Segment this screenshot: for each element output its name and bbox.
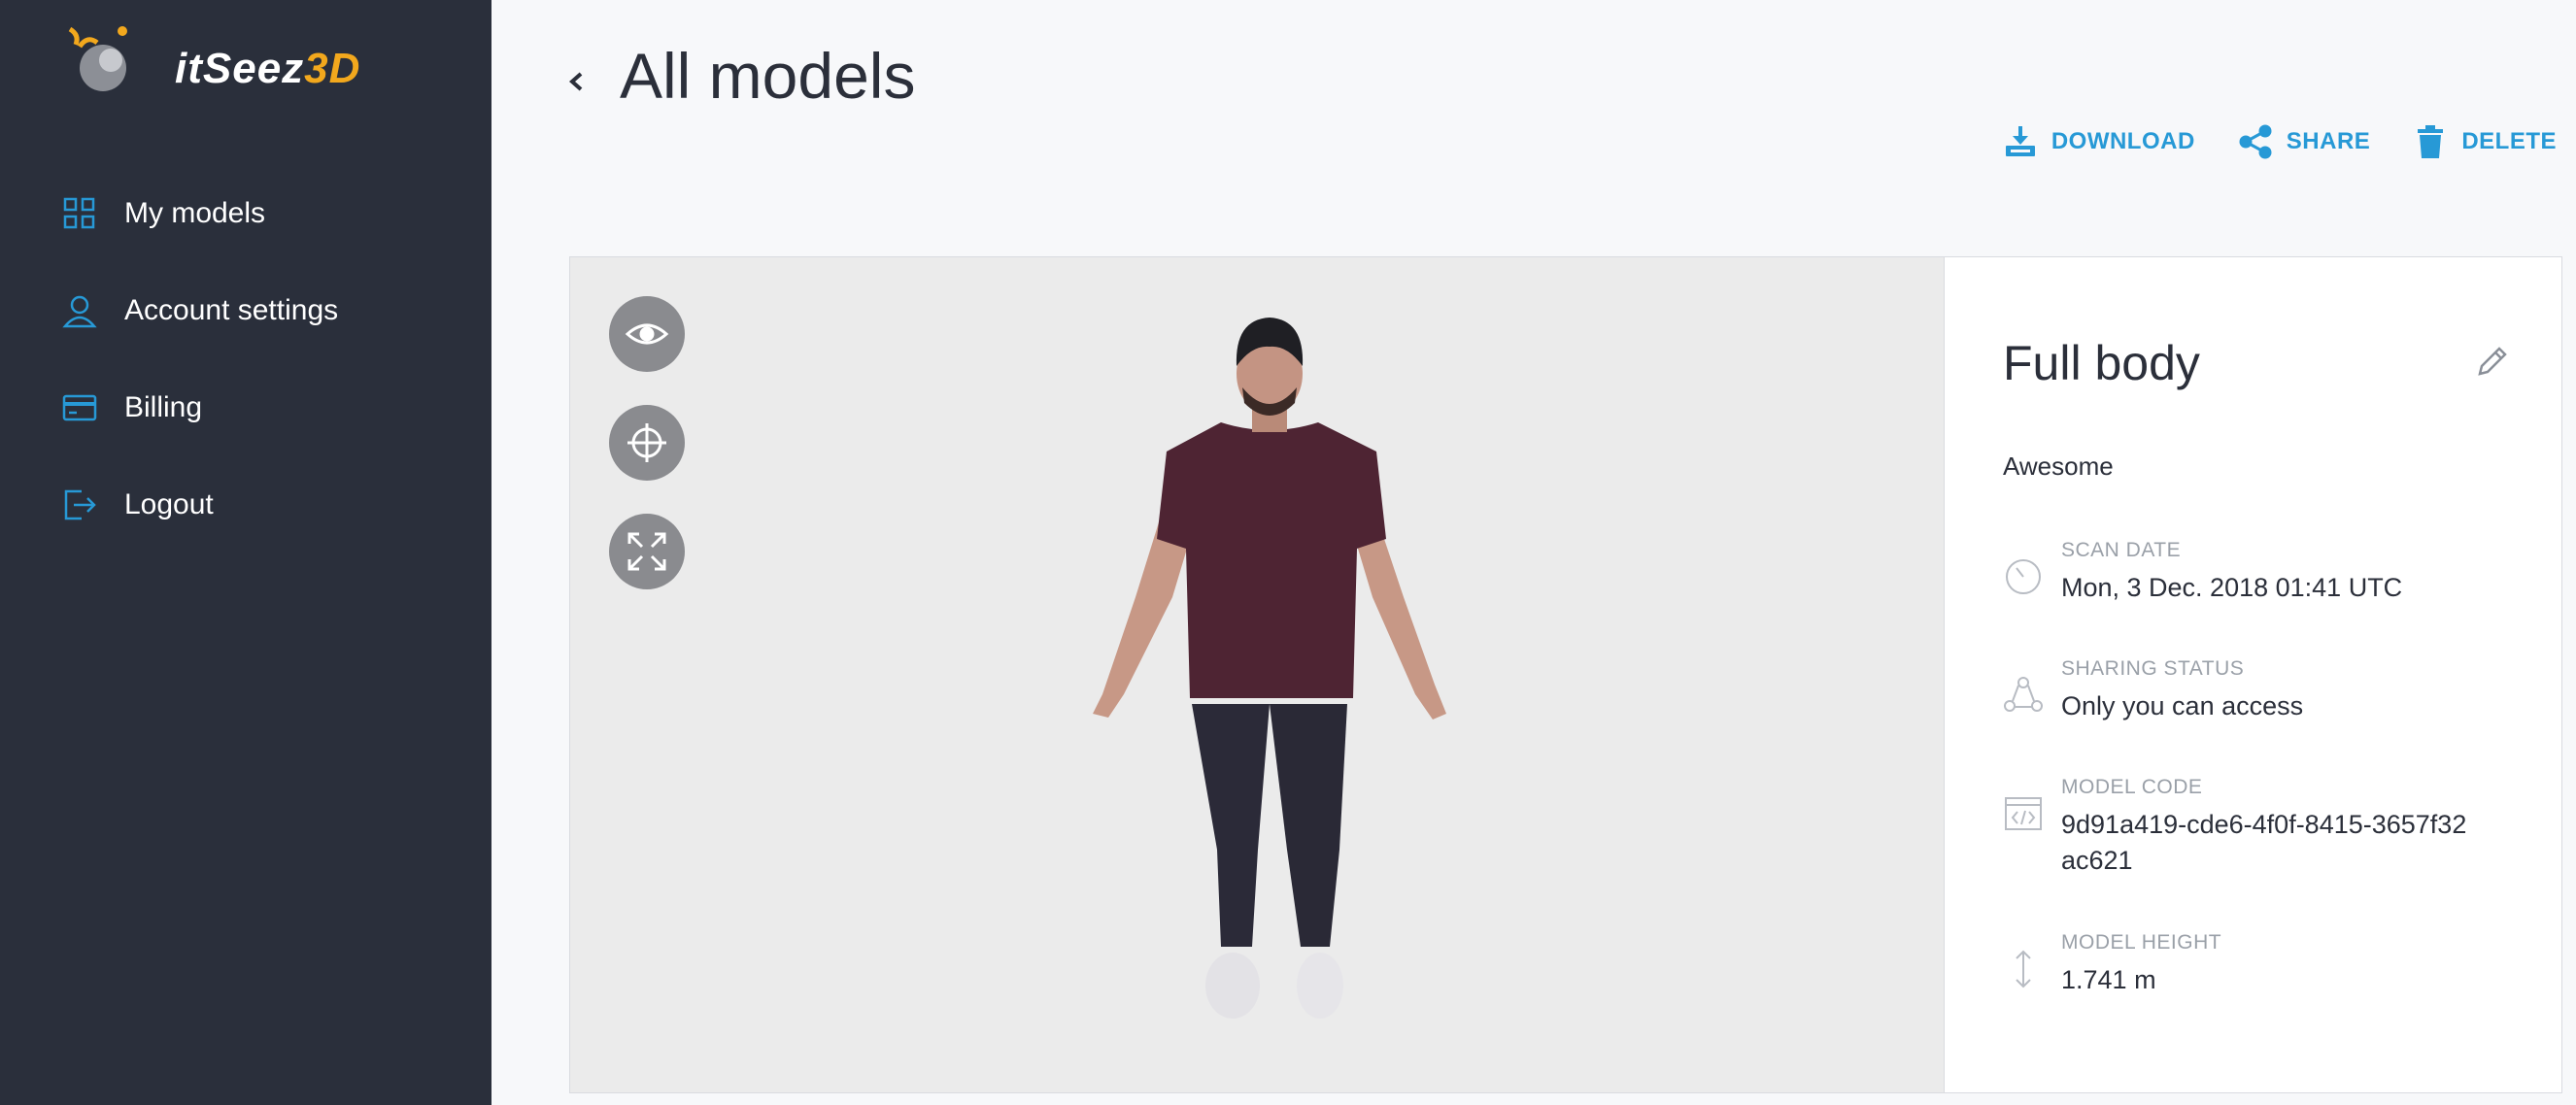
- pencil-icon: [2478, 347, 2507, 376]
- logout-icon: [64, 489, 96, 520]
- share-label: SHARE: [2286, 128, 2371, 154]
- sidebar-item-account-settings[interactable]: Account settings: [0, 262, 491, 359]
- download-button[interactable]: DOWNLOAD: [2003, 124, 2195, 159]
- field-label: SHARING STATUS: [2061, 657, 2245, 680]
- delete-button[interactable]: DELETE: [2413, 124, 2557, 159]
- move-icon: [627, 423, 666, 462]
- field-value: Mon, 3 Dec. 2018 01:41 UTC: [2061, 573, 2403, 602]
- sidebar-item-logout[interactable]: Logout: [0, 456, 491, 553]
- user-icon: [62, 295, 97, 328]
- logo[interactable]: itSeez3D: [60, 17, 390, 115]
- model-viewer[interactable]: [569, 256, 1945, 1093]
- share-button[interactable]: SHARE: [2238, 124, 2371, 159]
- sidebar-item-label: Billing: [124, 391, 203, 423]
- download-label: DOWNLOAD: [2051, 128, 2195, 154]
- logo-icon: [68, 26, 127, 91]
- share-icon: [2239, 124, 2272, 159]
- sidebar-item-label: Logout: [124, 488, 214, 520]
- sidebar-item-billing[interactable]: Billing: [0, 359, 491, 456]
- trash-icon: [2418, 125, 2444, 158]
- model-info-panel: Full body Awesome SCAN DATE Mon, 3 Dec. …: [1945, 256, 2562, 1093]
- field-value: 1.741 m: [2061, 965, 2156, 994]
- sidebar: itSeez3D My models Account settings Bill…: [0, 0, 491, 1105]
- sidebar-item-label: Account settings: [124, 294, 339, 326]
- delete-label: DELETE: [2461, 128, 2557, 154]
- sidebar-item-my-models[interactable]: My models: [0, 165, 491, 262]
- chevron-left-icon: [568, 72, 583, 91]
- credit-card-icon: [62, 394, 97, 421]
- page-title: All models: [620, 40, 916, 112]
- model-render: [1093, 318, 1446, 1019]
- height-icon: [2016, 950, 2031, 988]
- sidebar-nav: My models Account settings Billing Logou…: [0, 165, 491, 553]
- field-value: 9d91a419-cde6-4f0f-8415-3657f32ac621: [2061, 810, 2467, 875]
- sharing-icon: [2004, 677, 2043, 712]
- fullscreen-icon: [627, 532, 666, 571]
- edit-button[interactable]: [2472, 343, 2511, 382]
- fullscreen-button[interactable]: [609, 514, 685, 589]
- download-icon: [2005, 126, 2035, 156]
- field-value: Only you can access: [2061, 691, 2304, 720]
- view-mode-button[interactable]: [609, 296, 685, 372]
- logo-text: itSeez3D: [175, 45, 361, 92]
- clock-icon: [2006, 559, 2041, 594]
- eye-icon: [625, 323, 669, 345]
- field-label: MODEL CODE: [2061, 776, 2203, 798]
- sidebar-item-label: My models: [124, 197, 266, 229]
- code-icon: [2005, 797, 2042, 830]
- move-button[interactable]: [609, 405, 685, 481]
- field-label: MODEL HEIGHT: [2061, 931, 2222, 954]
- action-bar: DOWNLOAD SHARE DELETE: [1960, 124, 2557, 159]
- model-name: Full body: [2003, 336, 2200, 390]
- field-label: SCAN DATE: [2061, 539, 2182, 561]
- model-description: Awesome: [2003, 452, 2114, 481]
- grid-icon: [63, 197, 95, 229]
- back-button[interactable]: [561, 62, 591, 101]
